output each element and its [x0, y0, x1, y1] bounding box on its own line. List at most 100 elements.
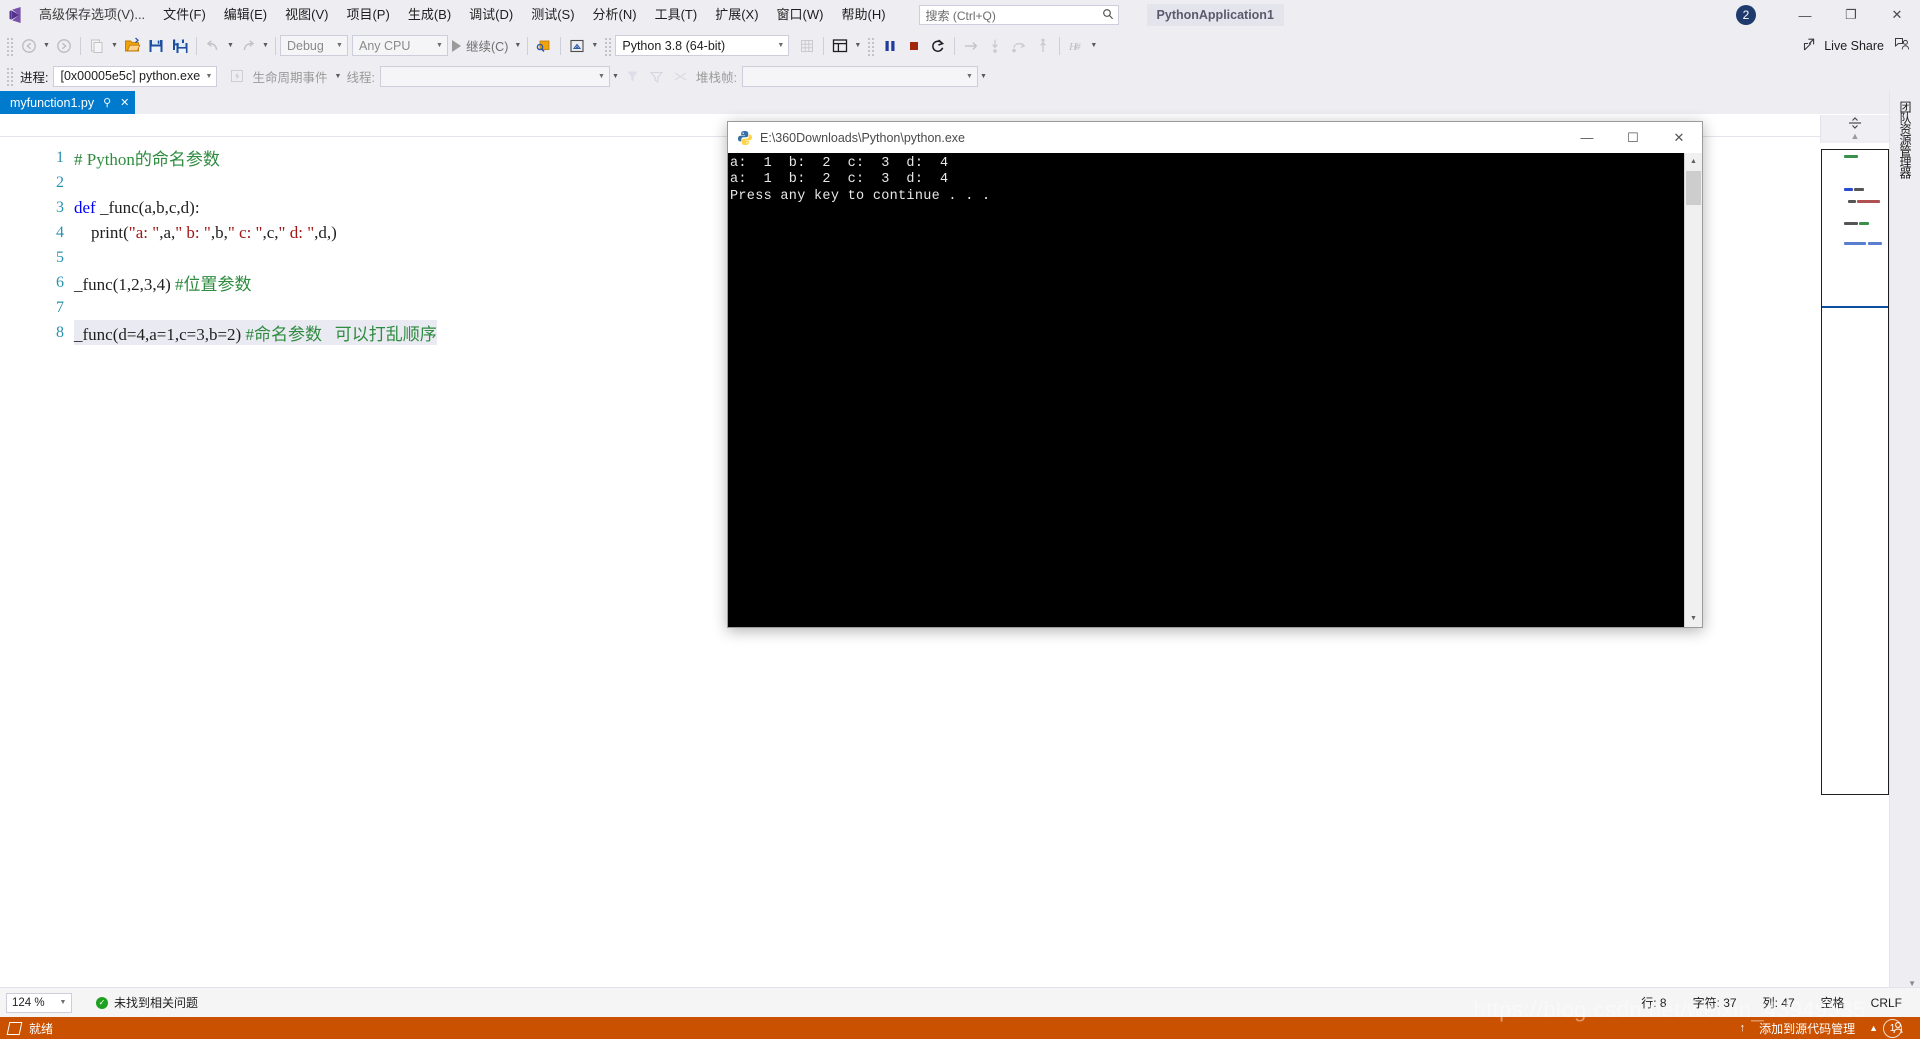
toolbar-grip[interactable]	[866, 35, 876, 56]
source-control-label[interactable]: 添加到源代码管理	[1759, 1020, 1855, 1037]
thread-overflow[interactable]: ▼	[610, 64, 621, 88]
navigate-forward-icon[interactable]	[52, 34, 76, 58]
maximize-button[interactable]: ❐	[1828, 0, 1874, 30]
menu-item-edit[interactable]: 编辑(E)	[215, 1, 276, 29]
chevron-down-icon: ▼	[336, 42, 343, 49]
toolbar-grip[interactable]	[5, 35, 14, 56]
open-file-icon[interactable]	[120, 34, 144, 58]
pin-icon[interactable]: ⚲	[103, 96, 111, 109]
save-file-icon[interactable]	[144, 34, 168, 58]
attach-to-process-icon[interactable]	[532, 34, 556, 58]
console-title-bar[interactable]: E:\360Downloads\Python\python.exe — ☐ ✕	[728, 122, 1702, 154]
menu-item-extensions[interactable]: 扩展(X)	[706, 1, 767, 29]
configuration-combo[interactable]: Debug ▼	[280, 35, 348, 56]
window-layout-icon[interactable]	[828, 34, 852, 58]
toolbar-separator	[1059, 36, 1061, 55]
python-console-window[interactable]: E:\360Downloads\Python\python.exe — ☐ ✕ …	[727, 121, 1703, 628]
menu-item-help[interactable]: 帮助(H)	[832, 1, 894, 29]
menu-item-file[interactable]: 文件(F)	[154, 1, 215, 29]
console-output-area[interactable]: a: 1 b: 2 c: 3 d: 4 a: 1 b: 2 c: 3 d: 4 …	[728, 153, 1702, 627]
menu-item-build[interactable]: 生成(B)	[399, 1, 460, 29]
menu-item-window[interactable]: 窗口(W)	[768, 1, 833, 29]
console-minimize-button[interactable]: —	[1564, 122, 1610, 153]
restart-icon[interactable]	[926, 34, 950, 58]
shuffle-threads-icon[interactable]	[669, 64, 693, 88]
toolbar-overflow[interactable]: ▼	[589, 34, 600, 58]
scroll-down-icon[interactable]: ▼	[1685, 610, 1702, 627]
step-over-icon[interactable]	[1007, 34, 1031, 58]
zoom-level-combo[interactable]: 124 % ▼	[6, 992, 72, 1013]
scroll-up-icon[interactable]: ▲	[1685, 153, 1702, 170]
step-into-icon[interactable]	[983, 34, 1007, 58]
menu-item-debug[interactable]: 调试(D)	[460, 1, 522, 29]
caret-up-icon[interactable]: ▲	[1869, 1023, 1878, 1033]
stop-debugging-icon[interactable]	[902, 34, 926, 58]
console-close-button[interactable]: ✕	[1656, 122, 1702, 153]
undo-icon[interactable]	[201, 34, 225, 58]
minimize-button[interactable]: —	[1782, 0, 1828, 30]
publish-up-icon[interactable]: ↑	[1740, 1022, 1746, 1034]
live-visual-tree-icon[interactable]	[565, 34, 589, 58]
scroll-down-icon[interactable]: ▼	[1908, 979, 1916, 988]
continue-dropdown[interactable]: ▼	[512, 34, 523, 58]
flag-just-my-code-icon[interactable]	[621, 64, 645, 88]
navigate-backward-dropdown[interactable]: ▼	[41, 34, 52, 58]
editor-status-bar: 124 % ▼ ✓ 未找到相关问题 行: 8 字符: 37 列: 47 空格 C…	[0, 987, 1920, 1017]
new-project-icon[interactable]	[85, 34, 109, 58]
stackframe-combo[interactable]: ▼	[741, 65, 978, 87]
code-token: _func(1,2,3,4)	[74, 275, 176, 294]
main-menu[interactable]: 高级保存选项(V)... 文件(F) 编辑(E) 视图(V) 项目(P) 生成(…	[30, 0, 895, 30]
scrollbar-thumb[interactable]	[1686, 171, 1701, 205]
minimap-viewport[interactable]	[1822, 150, 1888, 308]
show-next-statement-icon[interactable]	[959, 34, 983, 58]
window-layout-dropdown[interactable]: ▼	[852, 34, 863, 58]
notification-badge[interactable]: 2	[1736, 5, 1756, 25]
step-out-icon[interactable]	[1031, 34, 1055, 58]
menu-item-analyze[interactable]: 分析(N)	[584, 1, 646, 29]
new-project-dropdown[interactable]: ▼	[109, 34, 120, 58]
flag-filter-icon[interactable]	[645, 64, 669, 88]
continue-button[interactable]: 继续(C)	[448, 34, 512, 58]
menu-item-tools[interactable]: 工具(T)	[646, 1, 707, 29]
lifecycle-events-icon[interactable]	[225, 64, 249, 88]
save-all-icon[interactable]	[168, 34, 192, 58]
indentation-indicator[interactable]: 空格	[1821, 994, 1845, 1011]
break-all-icon[interactable]	[878, 34, 902, 58]
menu-item-test[interactable]: 测试(S)	[522, 1, 583, 29]
quick-launch-search[interactable]: 搜索 (Ctrl+Q)	[918, 5, 1119, 25]
toolbar-overflow[interactable]: ▼	[1088, 34, 1099, 58]
hex-display-icon[interactable]: H #	[1064, 34, 1088, 58]
issue-status[interactable]: ✓ 未找到相关问题	[96, 994, 198, 1011]
editor-minimap[interactable]	[1821, 149, 1889, 795]
undo-dropdown[interactable]: ▼	[225, 34, 236, 58]
platform-combo[interactable]: Any CPU ▼	[352, 35, 448, 56]
splitter-handle[interactable]	[1821, 117, 1889, 132]
console-maximize-button[interactable]: ☐	[1610, 122, 1656, 153]
redo-dropdown[interactable]: ▼	[260, 34, 271, 58]
stackframe-overflow[interactable]: ▼	[978, 64, 989, 88]
redo-icon[interactable]	[236, 34, 260, 58]
breakpoint-margin[interactable]	[0, 137, 18, 988]
grid-icon[interactable]	[795, 34, 819, 58]
feedback-icon[interactable]	[1894, 36, 1910, 55]
live-share-button[interactable]: Live Share	[1803, 37, 1884, 55]
char-indicator: 字符: 37	[1692, 996, 1737, 1010]
process-combo[interactable]: [0x00005e5c] python.exe ▼	[53, 65, 218, 87]
toolbar-grip[interactable]	[603, 35, 613, 56]
close-icon[interactable]: ✕	[120, 96, 129, 109]
menu-item-view[interactable]: 视图(V)	[276, 1, 337, 29]
lifecycle-dropdown[interactable]: ▼	[333, 64, 344, 88]
document-tab-myfunction1[interactable]: myfunction1.py ⚲ ✕	[0, 91, 136, 114]
scroll-up-icon[interactable]: ▲	[1821, 131, 1889, 141]
close-button[interactable]: ✕	[1874, 0, 1920, 30]
navigate-backward-icon[interactable]	[17, 34, 41, 58]
document-tab-strip: myfunction1.py ⚲ ✕ ▼	[0, 91, 1920, 114]
console-scrollbar[interactable]: ▲ ▼	[1684, 153, 1702, 627]
toolbar-grip[interactable]	[5, 66, 14, 86]
menu-item-project[interactable]: 项目(P)	[337, 1, 398, 29]
menu-item-advanced-save[interactable]: 高级保存选项(V)...	[30, 1, 154, 29]
python-interpreter-combo[interactable]: Python 3.8 (64-bit) ▼	[615, 35, 790, 56]
team-explorer-tab[interactable]: 团队资源管理器	[1890, 91, 1920, 188]
line-ending-indicator[interactable]: CRLF	[1871, 996, 1902, 1010]
thread-combo[interactable]: ▼	[379, 65, 610, 87]
